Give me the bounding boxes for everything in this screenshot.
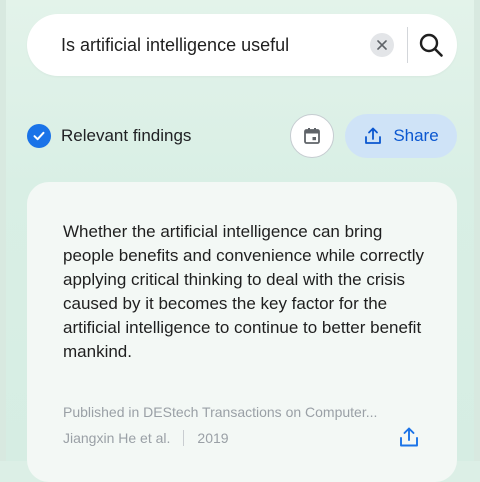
share-button[interactable]: Share	[345, 114, 457, 158]
left-edge	[0, 0, 6, 461]
checkmark-icon	[33, 131, 45, 141]
right-edge	[474, 0, 480, 461]
search-bar	[27, 14, 457, 76]
meta-divider	[183, 430, 185, 446]
share-icon	[400, 427, 418, 447]
publication-source: Published in DEStech Transactions on Com…	[63, 404, 378, 420]
search-divider	[407, 27, 408, 63]
share-label: Share	[393, 126, 439, 145]
search-button[interactable]	[415, 29, 447, 61]
relevant-findings-label: Relevant findings	[61, 126, 192, 145]
authors: Jiangxin He et al.	[63, 430, 171, 446]
publication-year: 2019	[197, 430, 229, 446]
calendar-icon	[304, 128, 320, 144]
relevant-findings-checkbox[interactable]	[27, 124, 51, 148]
clear-search-button[interactable]	[370, 33, 394, 57]
date-filter-button[interactable]	[290, 114, 334, 158]
publication-meta: Jiangxin He et al. 2019	[63, 430, 229, 446]
finding-text: Whether the artificial intelligence can …	[63, 222, 425, 361]
share-icon	[365, 127, 382, 144]
card-share-button[interactable]	[397, 424, 421, 450]
close-icon	[377, 40, 387, 50]
search-icon	[419, 33, 443, 57]
search-input[interactable]	[61, 14, 361, 76]
finding-card[interactable]: Whether the artificial intelligence can …	[27, 182, 457, 482]
